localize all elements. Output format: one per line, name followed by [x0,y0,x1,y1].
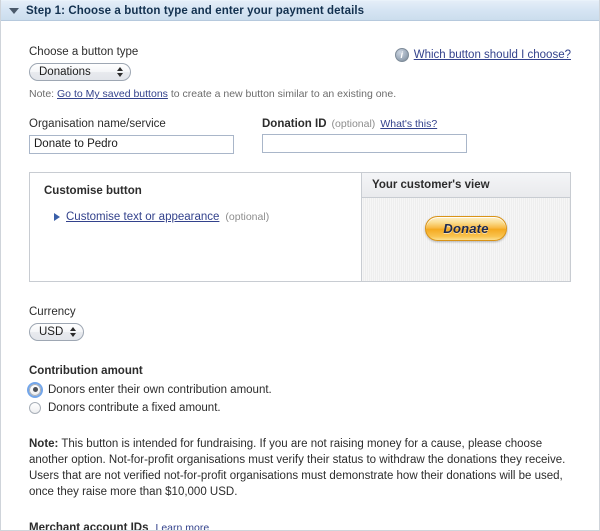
donation-id-input[interactable] [262,134,467,153]
contribution-option-fixed[interactable]: Donors contribute a fixed amount. [29,401,571,414]
page-title: Step 1: Choose a button type and enter y… [26,4,365,17]
donation-id-label-line: Donation ID (optional) What's this? [262,118,467,130]
button-type-selected-value: Donations [39,66,91,78]
note-prefix: Note: [29,88,58,100]
contribution-option-own-label: Donors enter their own contribution amou… [48,383,272,396]
customer-view-title: Your customer's view [362,172,570,198]
org-name-input[interactable] [29,134,234,154]
contribution-heading: Contribution amount [29,364,143,377]
donate-button-label: Donate [443,220,489,236]
note-suffix: to create a new button similar to an exi… [167,88,397,100]
which-button-link[interactable]: Which button should I choose? [414,49,571,61]
radio-contribution-own[interactable] [29,383,41,396]
donation-id-optional: (optional) [331,118,376,130]
stepper-arrows-icon [117,67,123,77]
triangle-right-icon[interactable] [54,212,60,221]
saved-buttons-note: Note: Go to My saved buttons to create a… [29,88,571,100]
whats-this-link[interactable]: What's this? [380,118,437,130]
step-header[interactable]: Step 1: Choose a button type and enter y… [1,0,599,21]
learn-more-link[interactable]: Learn more [156,522,210,531]
fundraising-note-prefix: Note: [29,437,59,450]
name-and-id-row: Organisation name/service Donation ID (o… [29,118,571,154]
donate-button-preview[interactable]: Donate [425,215,507,241]
form-body: Choose a button type Donations i Which b… [1,21,599,531]
org-name-label: Organisation name/service [29,118,166,130]
org-name-group: Organisation name/service [29,118,234,154]
currency-label: Currency [29,305,76,318]
customise-text-link[interactable]: Customise text or appearance [66,211,219,223]
which-button-help[interactable]: i Which button should I choose? [394,46,571,62]
triangle-down-icon[interactable] [9,8,19,14]
currency-select[interactable]: USD [29,322,84,341]
radio-contribution-fixed[interactable] [29,401,41,414]
currency-selected-value: USD [39,325,64,338]
customise-left: Customise button Customise text or appea… [30,172,362,281]
contribution-option-own[interactable]: Donors enter their own contribution amou… [29,383,571,396]
donation-id-label: Donation ID [262,118,327,130]
fundraising-note-text: This button is intended for fundraising.… [29,437,566,498]
payment-button-setup-page: Step 1: Choose a button type and enter y… [0,0,600,531]
customise-title: Customise button [44,184,142,197]
currency-group: Currency USD [29,306,571,341]
customise-toggle-row[interactable]: Customise text or appearance (optional) [44,211,347,223]
merchant-heading-row: Merchant account IDs Learn more [29,522,571,531]
button-type-row: Choose a button type Donations i Which b… [29,21,571,81]
button-type-label: Choose a button type [29,46,139,58]
contribution-option-fixed-label: Donors contribute a fixed amount. [48,401,221,414]
saved-buttons-link[interactable]: Go to My saved buttons [57,88,168,100]
fundraising-note: Note: This button is intended for fundra… [29,436,574,500]
button-type-select[interactable]: Donations [29,63,131,81]
info-icon: i [394,48,409,62]
donation-id-group: Donation ID (optional) What's this? [262,118,467,154]
button-type-group: Choose a button type Donations [29,46,138,81]
customise-panel: Customise button Customise text or appea… [29,171,571,282]
customer-view-body: Donate [362,197,570,281]
customise-optional: (optional) [225,210,270,223]
merchant-heading: Merchant account IDs [29,521,149,531]
stepper-arrows-icon [70,326,76,337]
customer-view-panel: Your customer's view Donate [362,172,570,281]
